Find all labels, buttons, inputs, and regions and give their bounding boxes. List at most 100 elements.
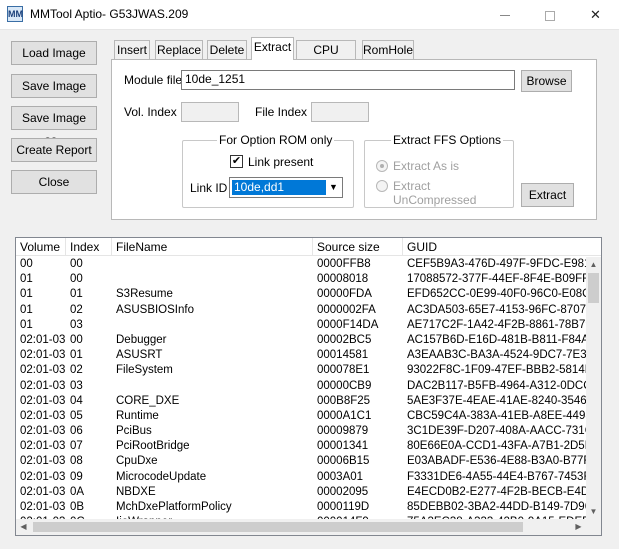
tab-cpu-patch[interactable]: CPU Patch (296, 40, 356, 75)
close-button[interactable]: Close (11, 170, 97, 194)
cell-source-size: 00000CB9 (317, 379, 372, 392)
file-index-label: File Index (255, 105, 308, 119)
link-id-select[interactable]: 10de,dd1 ▼ (229, 177, 343, 198)
cell-filename: S3Resume (116, 288, 173, 301)
table-row[interactable]: 02:01-03 01 ASUSRT 00014581 A3EAAB3C-BA3A-45… (16, 348, 586, 363)
tab-replace[interactable]: Replace (155, 40, 203, 59)
column-header-source-size[interactable]: Source size (313, 238, 403, 256)
cell-guid: AE717C2F-1A42-4F2B-8861-78B79CA07E07 (407, 318, 586, 331)
cell-guid: A3EAAB3C-BA3A-4524-9DC7-7E3390EB32D8 (407, 349, 586, 362)
table-row[interactable]: 02:01-03 04 CORE_DXE 000B8F25 5AE3F37E-4EAE-… (16, 394, 586, 409)
table-row[interactable]: 02:01-03 00 Debugger 00002BC5 AC157B6D-E16D-… (16, 333, 586, 348)
table-row[interactable]: 01 00 00008018 17088572-377F-44EF-8F4E-B09F… (16, 272, 586, 287)
tab-delete[interactable]: Delete (207, 40, 247, 59)
horizontal-scroll-thumb[interactable] (33, 522, 523, 532)
module-list[interactable]: Volume Index FileName Source size GUID 0… (15, 237, 602, 536)
vertical-scroll-thumb[interactable] (588, 273, 599, 303)
column-header-filename[interactable]: FileName (112, 238, 313, 256)
cell-index: 00 (70, 333, 83, 346)
horizontal-scrollbar[interactable]: ◀ ▶ (16, 519, 586, 535)
column-header-guid[interactable]: GUID (403, 238, 601, 256)
cell-volume: 02:01-03 (20, 364, 66, 377)
cell-index: 0B (70, 501, 85, 513)
cell-source-size: 0003A01 (317, 470, 364, 483)
minimize-button[interactable] (482, 0, 527, 30)
cell-volume: 02:01-03 (20, 394, 66, 407)
scroll-left-icon[interactable]: ◀ (16, 519, 31, 535)
cell-volume: 02:01-03 (20, 409, 66, 422)
extract-button[interactable]: Extract (521, 183, 574, 207)
vol-index-label: Vol. Index (124, 105, 177, 119)
table-row[interactable]: 02:01-03 07 PciRootBridge 00001341 80E66E0A-… (16, 439, 586, 454)
vertical-scrollbar[interactable]: ▲ ▼ (586, 257, 601, 519)
cell-source-size: 00008018 (317, 273, 369, 286)
cell-filename: FileSystem (116, 364, 173, 377)
scroll-right-icon[interactable]: ▶ (571, 519, 586, 535)
cell-source-size: 0000FFB8 (317, 258, 371, 270)
cell-index: 01 (70, 288, 83, 301)
cell-volume: 02:01-03 (20, 470, 66, 483)
cell-index: 00 (70, 258, 83, 270)
cell-volume: 01 (20, 288, 33, 301)
cell-volume: 00 (20, 258, 33, 270)
cell-guid: AC3DA503-65E7-4153-96FC-8707FB04CCE6 (407, 303, 586, 316)
tab-insert[interactable]: Insert (114, 40, 150, 59)
window-title: MMTool Aptio- G53JWAS.209 (30, 7, 189, 21)
table-row[interactable]: 02:01-03 03 00000CB9 DAC2B117-B5FB-4964-A31… (16, 379, 586, 394)
cell-index: 04 (70, 394, 83, 407)
link-present-label: Link present (248, 155, 314, 169)
file-index-input[interactable] (311, 102, 369, 122)
browse-button[interactable]: Browse (521, 70, 572, 92)
load-image-button[interactable]: Load Image (11, 41, 97, 65)
cell-filename (112, 272, 313, 287)
save-image-button[interactable]: Save Image (11, 74, 97, 98)
link-present-checkbox[interactable]: ✔ (230, 155, 243, 168)
column-header-index[interactable]: Index (66, 238, 112, 256)
save-image-as-button[interactable]: Save Image as.. (11, 106, 97, 147)
module-file-input[interactable]: 10de_1251 (181, 70, 515, 90)
create-report-button[interactable]: Create Report (11, 138, 97, 162)
cell-filename (112, 379, 313, 394)
cell-volume: 02:01-03 (20, 349, 66, 362)
table-row[interactable]: 01 01 S3Resume 00000FDA EFD652CC-0E99-40F0-9… (16, 287, 586, 302)
vol-index-input[interactable] (181, 102, 239, 122)
cell-volume: 02:01-03 (20, 455, 66, 468)
cell-index: 08 (70, 455, 83, 468)
cell-filename: MchDxePlatformPolicy (116, 501, 232, 513)
cell-guid: E03ABADF-E536-4E88-B3A0-B77F78EB34FE (407, 455, 586, 468)
cell-filename: NBDXE (116, 485, 156, 498)
cell-guid: AC157B6D-E16D-481B-B811-F84AB5A9B5E4 (407, 333, 586, 346)
extract-uncompressed-radio[interactable] (376, 180, 388, 192)
cell-filename: PciBus (116, 425, 152, 438)
cell-source-size: 00002BC5 (317, 333, 372, 346)
option-rom-group-title: For Option ROM only (217, 133, 335, 147)
cell-guid: 85DEBB02-3BA2-44DD-B149-7D966C7F9A4C (407, 501, 586, 513)
table-row[interactable]: 02:01-03 09 MicrocodeUpdate 0003A01 F3331DE6… (16, 470, 586, 485)
table-row[interactable]: 02:01-03 08 CpuDxe 00006B15 E03ABADF-E536-4E… (16, 454, 586, 469)
close-window-button[interactable]: ✕ (573, 0, 618, 30)
table-row[interactable]: 02:01-03 06 PciBus 00009879 3C1DE39F-D207-40… (16, 424, 586, 439)
module-file-label: Module file (124, 73, 183, 87)
table-row[interactable]: 02:01-03 05 Runtime 0000A1C1 CBC59C4A-383A-4… (16, 409, 586, 424)
scroll-down-icon[interactable]: ▼ (586, 504, 601, 519)
cell-index: 00 (70, 273, 83, 286)
table-row[interactable]: 02:01-03 0A NBDXE 00002095 E4ECD0B2-E277-4F2… (16, 485, 586, 500)
table-row[interactable]: 01 02 ASUSBIOSInfo 0000002FA AC3DA503-65E7-4… (16, 303, 586, 318)
table-row[interactable]: 02:01-03 02 FileSystem 000078E1 93022F8C-1F0… (16, 363, 586, 378)
link-id-value: 10de,dd1 (232, 180, 326, 195)
cell-guid: 80E66E0A-CCD1-43FA-A7B1-2D5EE0F13910 (407, 440, 586, 453)
extract-as-is-radio[interactable] (376, 160, 388, 172)
tab-romhole[interactable]: RomHole (362, 40, 414, 59)
cell-source-size: 000078E1 (317, 364, 370, 377)
cell-index: 01 (70, 349, 83, 362)
cell-source-size: 00002095 (317, 485, 369, 498)
table-row[interactable]: 00 00 0000FFB8 CEF5B9A3-476D-497F-9FDC-E981… (16, 257, 586, 272)
cell-filename: CpuDxe (116, 455, 158, 468)
maximize-button[interactable] (527, 0, 572, 30)
tab-extract[interactable]: Extract (251, 37, 294, 60)
column-header-volume[interactable]: Volume (16, 238, 66, 256)
table-row[interactable]: 01 03 0000F14DA AE717C2F-1A42-4F2B-8861-78B… (16, 318, 586, 333)
table-row[interactable]: 02:01-03 0B MchDxePlatformPolicy 0000119D 85… (16, 500, 586, 515)
cell-index: 05 (70, 409, 83, 422)
scroll-up-icon[interactable]: ▲ (586, 257, 601, 272)
